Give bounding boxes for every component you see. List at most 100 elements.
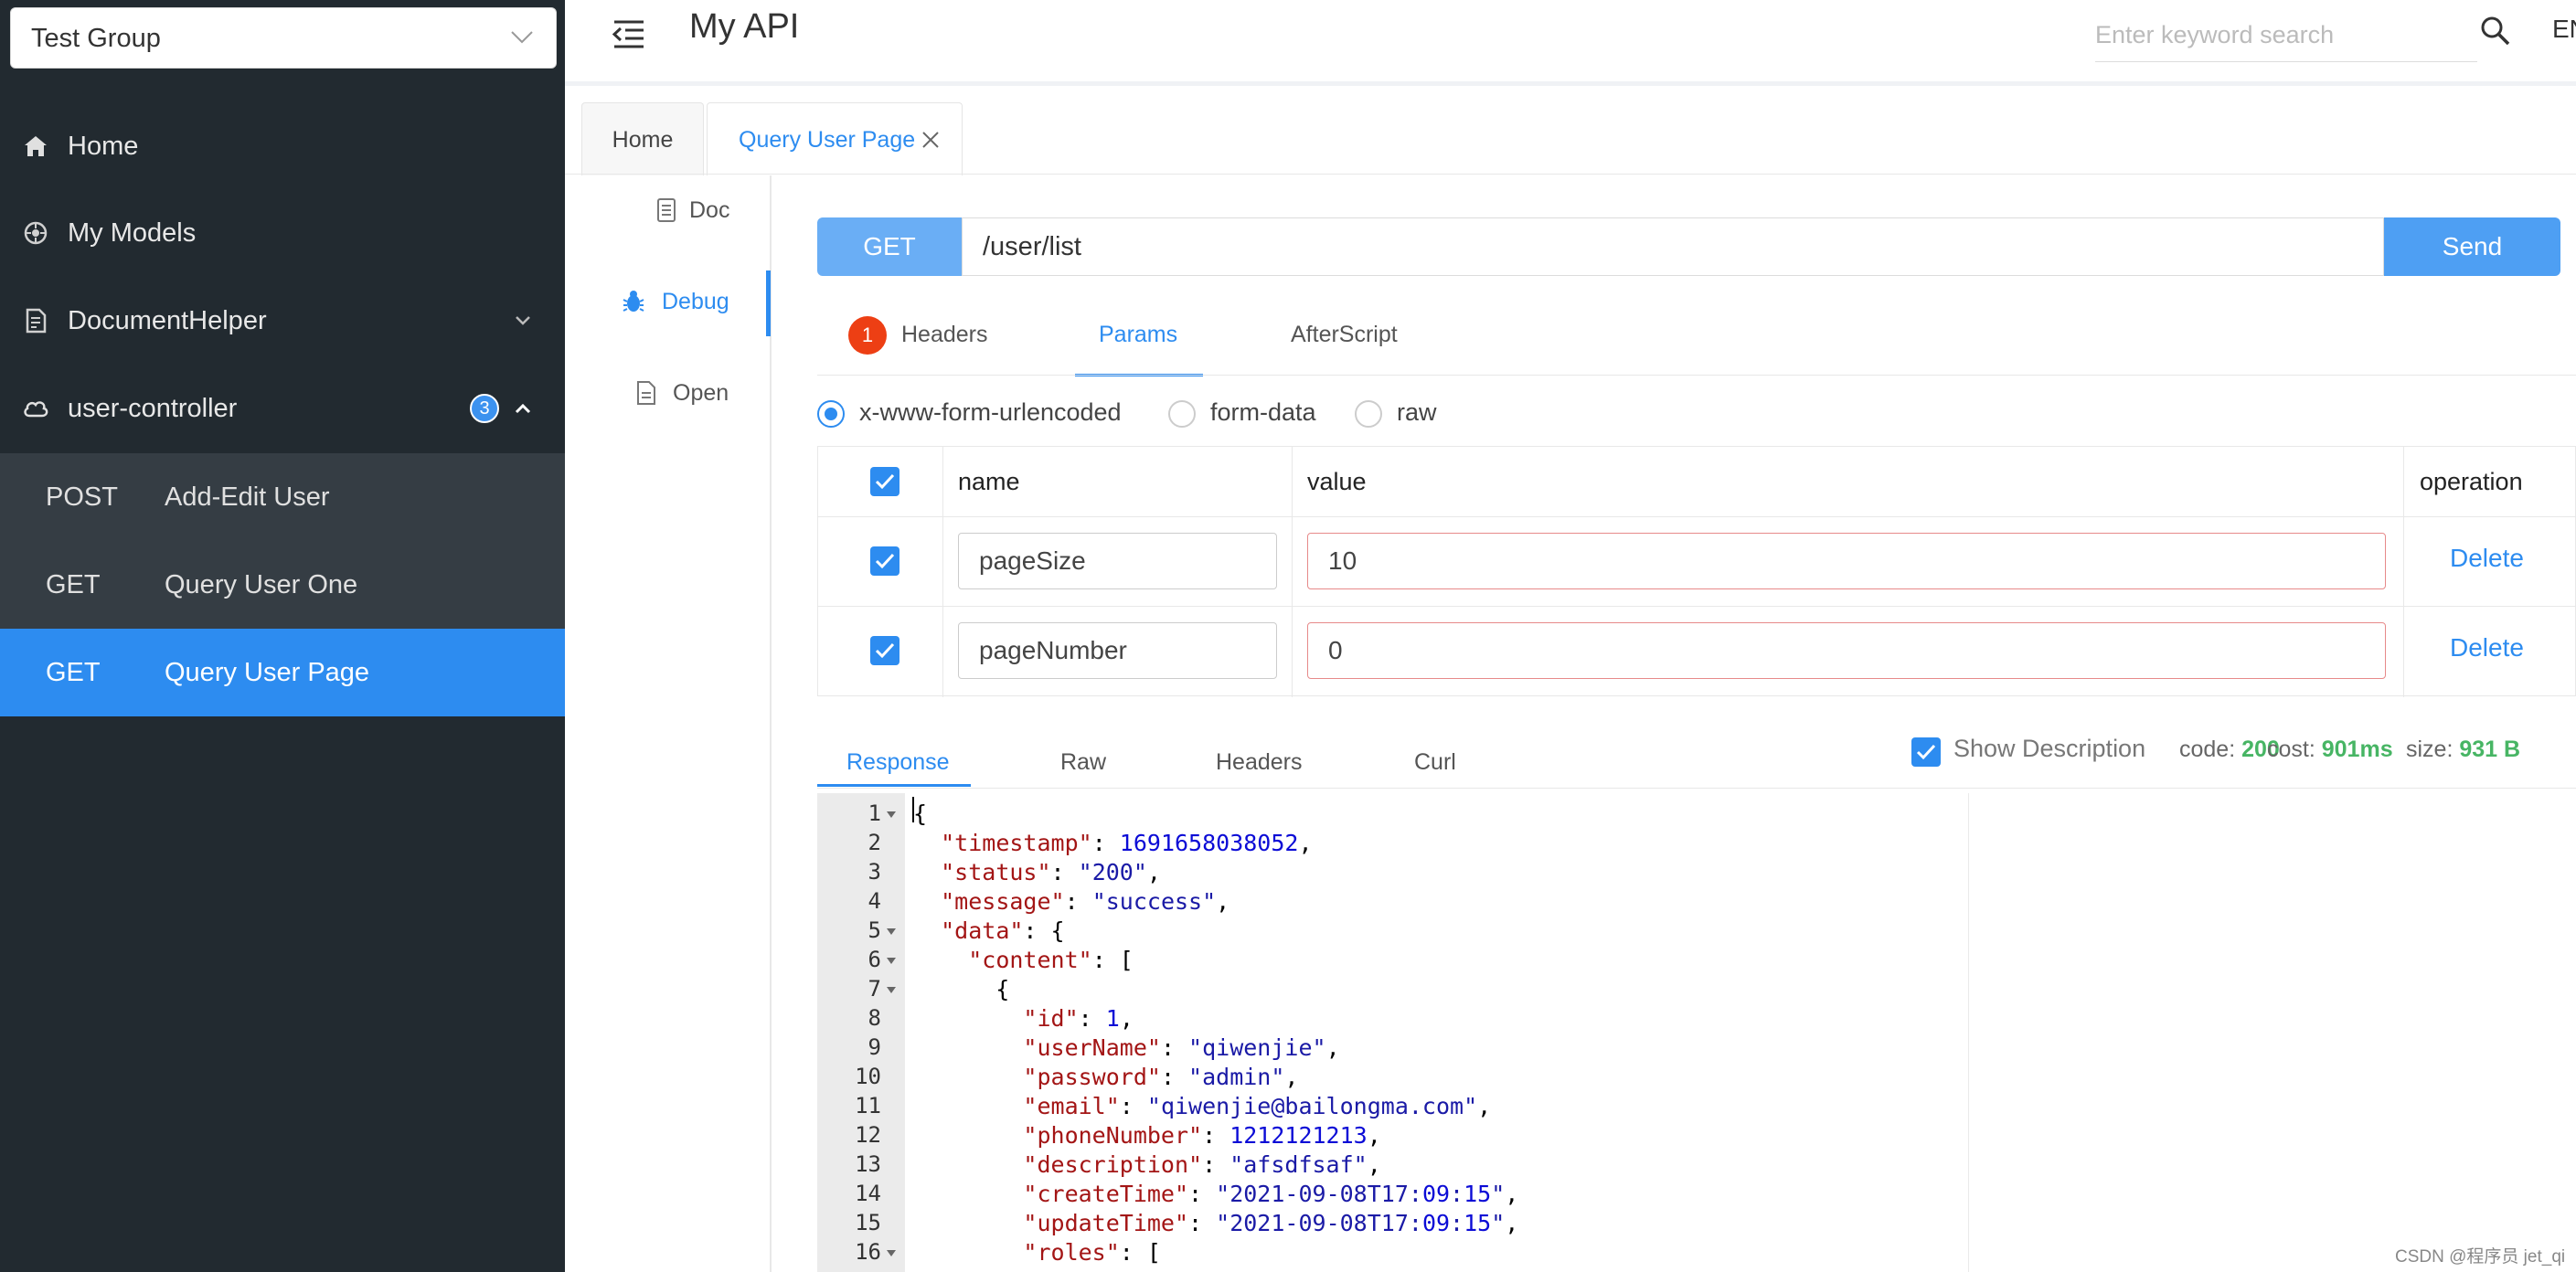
row-checkbox[interactable] [870, 546, 899, 576]
line-number: 4 [868, 888, 881, 914]
column-divider [942, 447, 943, 697]
api-name-label: Query User One [165, 570, 358, 599]
sidebar-api-add-edit-user[interactable]: POST Add-Edit User [0, 453, 565, 541]
divider [565, 174, 2576, 175]
active-tab-underline [817, 784, 971, 787]
tab-home[interactable]: Home [581, 102, 704, 175]
cloud-icon [24, 401, 48, 418]
chevron-up-icon [515, 403, 531, 414]
subnav-label: Doc [689, 197, 730, 223]
tab-query-user-page[interactable]: Query User Page [707, 102, 963, 175]
fold-arrow-icon[interactable] [887, 928, 896, 935]
document-icon [26, 308, 47, 334]
checkmark-icon [875, 553, 895, 569]
tab-curl[interactable]: Curl [1414, 737, 1456, 788]
search-input[interactable] [2095, 9, 2477, 62]
response-size: size: 931 B [2406, 737, 2520, 763]
radio-label: raw [1397, 398, 1437, 426]
group-select[interactable]: Test Group [10, 7, 557, 69]
sidebar-item-label: DocumentHelper [68, 306, 267, 335]
code-line: "updateTime": "2021-09-08T17:09:15", [1023, 1210, 1519, 1236]
http-method-label: GET [46, 570, 101, 599]
url-input[interactable] [962, 217, 2384, 276]
code-line: "password": "admin", [1023, 1064, 1299, 1090]
radio-dot [1168, 400, 1196, 428]
radio-label: form-data [1210, 398, 1316, 426]
param-value-input[interactable] [1307, 622, 2386, 679]
delete-link[interactable]: Delete [2450, 544, 2524, 573]
cost-label: cost: [2267, 737, 2315, 762]
close-icon[interactable] [920, 129, 942, 151]
column-header-operation: operation [2420, 468, 2523, 495]
size-label: size: [2406, 737, 2454, 762]
row-checkbox[interactable] [870, 636, 899, 665]
radio-dot [817, 400, 845, 428]
fold-arrow-icon[interactable] [887, 958, 896, 964]
sidebar-item-label: Home [68, 132, 139, 161]
language-switch[interactable]: EN [2552, 15, 2576, 44]
home-icon [25, 136, 47, 156]
line-number: 6 [868, 947, 881, 972]
fold-arrow-icon[interactable] [887, 1250, 896, 1256]
line-number: 8 [868, 1005, 881, 1031]
send-button[interactable]: Send [2384, 217, 2560, 276]
sidebar-item-home[interactable]: Home [0, 102, 565, 190]
group-select-value: Test Group [31, 24, 161, 53]
params-table: name value operation Delete Delete [817, 446, 2576, 697]
show-description-checkbox[interactable] [1911, 737, 1941, 767]
param-value-input[interactable] [1307, 533, 2386, 589]
tab-afterscript[interactable]: AfterScript [1291, 307, 1398, 362]
line-number: 13 [855, 1151, 881, 1177]
radio-dot [1355, 400, 1382, 428]
row-divider [818, 516, 2576, 517]
sidebar-item-document-helper[interactable]: DocumentHelper [0, 277, 565, 365]
code-line: "roles": [ [1023, 1239, 1161, 1266]
radio-label: x-www-form-urlencoded [859, 398, 1122, 426]
tab-response[interactable]: Response [846, 737, 950, 788]
page-title: My API [689, 7, 800, 46]
fold-arrow-icon[interactable] [887, 811, 896, 818]
param-name-input[interactable] [958, 533, 1277, 589]
watermark: CSDN @程序员 jet_qi [2395, 1247, 2566, 1267]
cost-value: 901ms [2321, 737, 2393, 762]
code-line: "message": "success", [941, 888, 1230, 915]
fold-arrow-icon[interactable] [887, 987, 896, 993]
sidebar-item-label: user-controller [68, 394, 238, 423]
subnav-label: Debug [662, 289, 729, 314]
tab-params[interactable]: Params [1099, 307, 1177, 362]
menu-collapse-icon[interactable] [611, 16, 647, 53]
top-header: My API EN [565, 0, 2576, 86]
api-name-label: Add-Edit User [165, 482, 330, 512]
document-icon [657, 198, 676, 222]
line-number: 15 [855, 1210, 881, 1235]
divider [817, 788, 2576, 789]
count-badge: 3 [470, 394, 499, 423]
response-editor[interactable]: 1234567891011121314151617 { "timestamp":… [817, 793, 1969, 1272]
subnav-open[interactable]: Open [585, 366, 768, 420]
line-number: 14 [855, 1181, 881, 1206]
code-line: { [913, 1268, 1065, 1272]
tab-raw[interactable]: Raw [1060, 737, 1106, 788]
tab-headers[interactable]: Headers [901, 307, 988, 362]
checkmark-icon [875, 473, 895, 490]
search-icon[interactable] [2477, 13, 2514, 49]
sidebar-item-my-models[interactable]: My Models [0, 189, 565, 277]
sidebar-item-user-controller[interactable]: user-controller 3 [0, 365, 565, 452]
code-line: "timestamp": 1691658038052, [941, 830, 1313, 856]
subnav-debug[interactable]: Debug [585, 274, 768, 329]
code-line: "description": "afsdfsaf", [1023, 1151, 1381, 1178]
row-divider [818, 606, 2576, 607]
line-number: 12 [855, 1122, 881, 1148]
subnav-doc[interactable]: Doc [585, 183, 768, 238]
line-number: 16 [855, 1239, 881, 1265]
checkmark-icon [1916, 744, 1936, 760]
line-number: 3 [868, 859, 881, 885]
tab-response-headers[interactable]: Headers [1216, 737, 1303, 788]
sidebar-api-query-user-one[interactable]: GET Query User One [0, 541, 565, 629]
sidebar-api-query-user-page[interactable]: GET Query User Page [0, 629, 565, 716]
code-line: "data": { [941, 917, 1065, 944]
delete-link[interactable]: Delete [2450, 633, 2524, 662]
http-method-select[interactable]: GET [817, 217, 962, 276]
param-name-input[interactable] [958, 622, 1277, 679]
select-all-checkbox[interactable] [870, 467, 899, 496]
